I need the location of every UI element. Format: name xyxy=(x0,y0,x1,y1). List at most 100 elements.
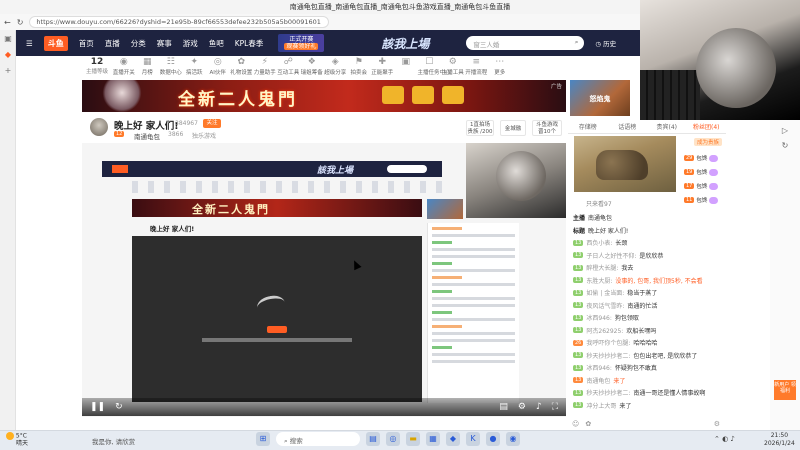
chat-user[interactable]: 冰西946: xyxy=(586,363,611,372)
chat-message: 13 冰西946: 怀疑狗包不敢真 xyxy=(573,363,657,372)
nav-category[interactable]: 分类 xyxy=(131,38,146,49)
system-tray[interactable]: ⌃ ◐ ♪ xyxy=(714,435,735,443)
nested-search xyxy=(387,165,427,173)
chat-text: 晚上好 家人们! xyxy=(588,227,629,235)
search-icon[interactable]: ⌕ xyxy=(575,38,579,47)
game-box[interactable]: 斗鱼游戏 晋10个 xyxy=(532,120,562,136)
tool-item[interactable]: ☐ 主播任务中心 xyxy=(418,56,451,76)
folder-icon[interactable]: ▬ xyxy=(406,432,420,446)
search-input[interactable]: 窗三人婚 ⌕ xyxy=(466,36,585,50)
volume-icon[interactable]: ♪ xyxy=(536,402,542,412)
settings-icon[interactable]: ⚙ xyxy=(714,420,726,430)
chat-user[interactable]: 标题 xyxy=(573,226,585,235)
tool-item[interactable]: ☍ 互动工具 xyxy=(277,56,301,76)
refresh-icon[interactable]: ↻ xyxy=(17,18,24,27)
chat-user[interactable]: 南通龟包 xyxy=(586,376,610,385)
tool-item[interactable]: ❖ 瑞姐筹备 xyxy=(300,56,324,76)
douyu-tab-icon[interactable]: ◆ xyxy=(0,46,16,62)
edge-icon[interactable]: ◎ xyxy=(386,432,400,446)
chat-user[interactable]: 我呼吓你个包腿: xyxy=(586,338,630,347)
chat-message: 13 冲分上大哥 来了 xyxy=(573,401,631,410)
become-noble-button[interactable]: 成为贵族 xyxy=(694,138,723,146)
tool-item[interactable]: ☷ 数据中心 xyxy=(159,56,183,76)
fullscreen-icon[interactable]: ⛶ xyxy=(552,402,558,412)
tab-rank-store[interactable]: 存储榜 xyxy=(568,122,608,133)
nav-events[interactable]: 赛事 xyxy=(157,38,172,49)
kpl-promo[interactable]: 正式开赛 观赛领好礼 xyxy=(278,34,325,52)
back-icon[interactable]: ← xyxy=(4,18,11,27)
host-name[interactable]: 南通龟包 xyxy=(134,131,160,141)
chat-user[interactable]: 西负小表: xyxy=(586,238,612,247)
tool-item[interactable]: ⚙ 主播工具 xyxy=(441,56,465,76)
menu-icon[interactable]: ☰ xyxy=(26,39,33,48)
tab-rank-talk[interactable]: 话语榜 xyxy=(608,122,648,133)
tool-icon: ✿ xyxy=(237,57,246,67)
douyu-logo[interactable]: 斗鱼 xyxy=(43,35,68,51)
chat-user[interactable]: 夜风话气雪昨: xyxy=(586,301,624,310)
side-ad[interactable]: 怒焰鬼 xyxy=(570,80,630,116)
nav-live[interactable]: 直播 xyxy=(105,38,120,49)
tool-item[interactable]: ◈ 超级分享 xyxy=(324,56,348,76)
pause-icon[interactable]: ❚❚ xyxy=(90,402,105,412)
nav-games[interactable]: 游戏 xyxy=(183,38,198,49)
add-tab-icon[interactable]: + xyxy=(0,62,16,78)
video-player[interactable]: 該我上場 全新二人鬼門 晚上好 家人们! xyxy=(82,143,566,417)
url-input[interactable]: https://www.douyu.com/66226?dyshid=21e95… xyxy=(29,16,330,28)
history-button[interactable]: ◷ 历史 xyxy=(595,38,616,48)
banner-character-image xyxy=(102,80,142,112)
nested-chat xyxy=(427,223,519,403)
nav-home[interactable]: 首页 xyxy=(79,38,94,49)
play-icon[interactable]: ▷ xyxy=(770,126,800,135)
taskbar-search[interactable]: ⌕ 搜索 xyxy=(276,432,360,446)
noble-box[interactable]: 1直拍场 贵族 /200 xyxy=(466,120,494,136)
app-icon[interactable]: ◉ xyxy=(506,432,520,446)
store-icon[interactable]: ▦ xyxy=(426,432,440,446)
tool-item[interactable]: ≡ 开播流程 xyxy=(465,56,489,76)
gift-icon[interactable]: ✿ xyxy=(585,420,591,430)
emoji-icon[interactable]: ☺ xyxy=(572,420,579,430)
chat-user[interactable]: 子日人之好性不仰: xyxy=(586,251,636,260)
tool-item[interactable]: ⋯ 更多 xyxy=(488,56,512,76)
promo-banner[interactable]: 全新二人鬼門 广告 xyxy=(82,80,566,112)
danmu-icon[interactable]: ▤ xyxy=(499,402,508,412)
tool-item[interactable]: ◎ AI伙伴 xyxy=(206,56,230,76)
tool-item[interactable]: ⚑ 拍卖会 xyxy=(347,56,371,76)
tool-item[interactable]: ◉ 直播开关 xyxy=(112,56,136,76)
tool-item[interactable]: ✦ 搞活跃 xyxy=(183,56,207,76)
avatar[interactable] xyxy=(90,118,108,136)
app-icon[interactable]: ◆ xyxy=(446,432,460,446)
tool-item[interactable]: ⚡ 力量助手 xyxy=(253,56,277,76)
chat-user[interactable]: 主播 xyxy=(573,213,585,222)
nested-video xyxy=(132,236,422,402)
refresh-icon[interactable]: ↻ xyxy=(115,402,123,412)
tab-vip[interactable]: 贵宾(4) xyxy=(647,122,687,133)
chat-user[interactable]: 秒天抄抄抄者二: xyxy=(586,388,630,397)
chat-user[interactable]: 秒天抄抄抄者二: xyxy=(586,351,630,360)
app-icon[interactable]: K xyxy=(466,432,480,446)
chat-user[interactable]: 阿杰262925: xyxy=(586,326,623,335)
follow-button[interactable]: 关注 xyxy=(203,119,221,128)
gold-box[interactable]: 金城融 xyxy=(500,120,526,136)
nav-kpl[interactable]: KPL春季 xyxy=(235,38,264,49)
windows-start-icon[interactable]: ⊞ xyxy=(256,432,270,446)
tool-item[interactable]: ▦ 月榜 xyxy=(136,56,160,76)
tool-item[interactable]: ▣ xyxy=(394,56,418,68)
chat-user[interactable]: 冲分上大哥 xyxy=(586,401,616,410)
tool-item[interactable]: ✿ 礼物设置 xyxy=(230,56,254,76)
weather-widget[interactable]: 5°C 晴天 xyxy=(6,432,28,447)
tab-icon[interactable]: ▣ xyxy=(0,30,16,46)
clock[interactable]: 21:50 2026/1/24 xyxy=(764,432,795,448)
tab-fans[interactable]: 粉丝团(4) xyxy=(687,122,727,133)
nav-fishbar[interactable]: 鱼吧 xyxy=(209,38,224,49)
refresh-icon[interactable]: ↻ xyxy=(770,141,800,150)
chat-app-icon[interactable]: ● xyxy=(486,432,500,446)
settings-icon[interactable]: ⚙ xyxy=(518,402,526,412)
chat-user[interactable]: 醉橙大长腿: xyxy=(586,263,618,272)
host-category[interactable]: 独乐游戏 xyxy=(192,131,216,140)
task-view-icon[interactable]: ▤ xyxy=(366,432,380,446)
chat-user[interactable]: 东胜大厨: xyxy=(586,276,612,285)
tool-item[interactable]: ✚ 正能聚手 xyxy=(371,56,395,76)
chat-user[interactable]: 冰西946: xyxy=(586,313,611,322)
newbie-promo[interactable]: 新用户 领福利 xyxy=(774,380,796,400)
chat-user[interactable]: 如偷 | 金当面: xyxy=(586,288,624,297)
